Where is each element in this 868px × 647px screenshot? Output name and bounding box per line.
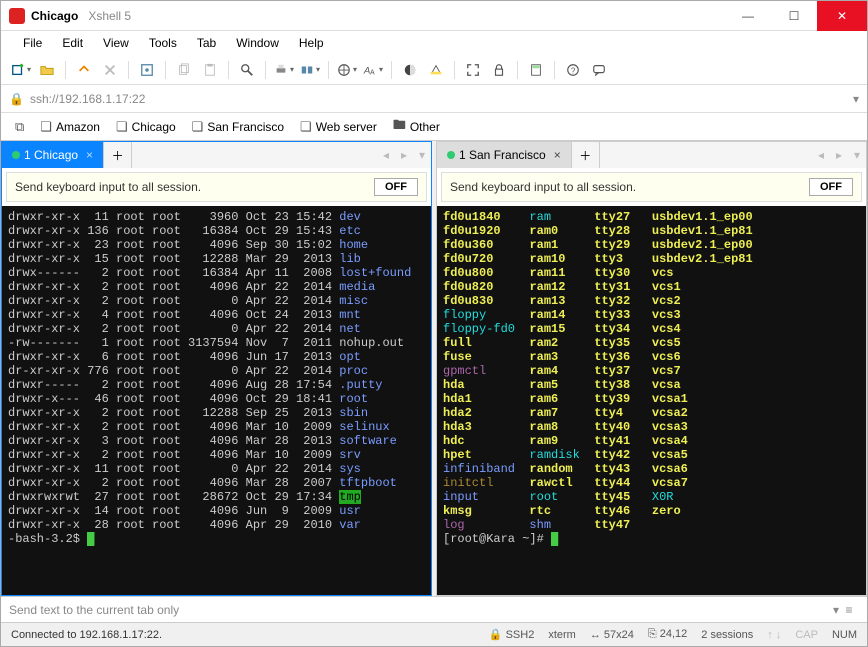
bookmark-webserver[interactable]: ❏Web server bbox=[294, 117, 383, 137]
terminal-chicago[interactable]: drwxr-xr-x 11 root root 3960 Oct 23 15:4… bbox=[2, 206, 431, 595]
panes-container: 1 Chicago × ＋ ◂ ▸ ▾ Send keyboard input … bbox=[1, 141, 867, 596]
font-button[interactable]: AA bbox=[361, 59, 385, 81]
new-session-button[interactable] bbox=[9, 59, 33, 81]
help-button[interactable]: ? bbox=[561, 59, 585, 81]
svg-text:?: ? bbox=[571, 66, 576, 75]
menu-tools[interactable]: Tools bbox=[139, 32, 187, 54]
status-size: ↔ 57x24 bbox=[590, 629, 634, 641]
tab-menu-icon[interactable]: ▾ bbox=[413, 142, 431, 168]
bookmark-sf[interactable]: ❏San Francisco bbox=[186, 117, 290, 137]
bookmark-icon: ❏ bbox=[300, 119, 312, 135]
paste-button[interactable] bbox=[198, 59, 222, 81]
bookmark-other[interactable]: 🖿Other bbox=[387, 114, 446, 140]
find-button[interactable] bbox=[235, 59, 259, 81]
transfer-button[interactable] bbox=[298, 59, 322, 81]
menu-view[interactable]: View bbox=[93, 32, 139, 54]
close-button[interactable]: ✕ bbox=[817, 1, 867, 31]
maximize-button[interactable]: ☐ bbox=[771, 1, 817, 31]
status-arrows: ↑ ↓ bbox=[767, 629, 781, 641]
lock-icon: 🔒 bbox=[9, 92, 24, 106]
color-scheme-button[interactable] bbox=[398, 59, 422, 81]
tab-sf[interactable]: 1 San Francisco × bbox=[437, 142, 572, 168]
menu-edit[interactable]: Edit bbox=[52, 32, 93, 54]
keyboard-broadcast-bar-right: Send keyboard input to all session. OFF bbox=[441, 172, 862, 202]
tabstrip-left: 1 Chicago × ＋ ◂ ▸ ▾ bbox=[2, 142, 431, 168]
tab-new-right[interactable]: ＋ bbox=[572, 142, 600, 168]
compose-bar[interactable]: Send text to the current tab only ▾ ≡ bbox=[1, 596, 867, 622]
bookmark-add[interactable]: ⧉ bbox=[9, 117, 30, 137]
menu-help[interactable]: Help bbox=[289, 32, 334, 54]
bookmark-icon: ❏ bbox=[116, 119, 128, 135]
tabstrip-right: 1 San Francisco × ＋ ◂ ▸ ▾ bbox=[437, 142, 866, 168]
bookmark-chicago[interactable]: ❏Chicago bbox=[110, 117, 182, 137]
print-button[interactable] bbox=[272, 59, 296, 81]
bookmarks-bar: ⧉ ❏Amazon ❏Chicago ❏San Francisco ❏Web s… bbox=[1, 113, 867, 141]
folder-icon: 🖿 bbox=[393, 116, 406, 138]
status-ssh: 🔒 SSH2 bbox=[489, 628, 535, 641]
open-button[interactable] bbox=[35, 59, 59, 81]
bookmark-amazon[interactable]: ❏Amazon bbox=[34, 117, 106, 137]
keyboard-broadcast-bar-left: Send keyboard input to all session. OFF bbox=[6, 172, 427, 202]
disconnect-button[interactable] bbox=[98, 59, 122, 81]
menu-window[interactable]: Window bbox=[226, 32, 289, 54]
properties-button[interactable] bbox=[135, 59, 159, 81]
lock-button[interactable] bbox=[487, 59, 511, 81]
title-app: Xshell 5 bbox=[88, 9, 131, 23]
highlight-button[interactable] bbox=[424, 59, 448, 81]
toolbar: AA ? bbox=[1, 55, 867, 85]
titlebar: Chicago Xshell 5 — ☐ ✕ bbox=[1, 1, 867, 31]
bookmark-icon: ❏ bbox=[192, 119, 204, 135]
status-pos: ⎘ 24,12 bbox=[648, 628, 687, 641]
copy-button[interactable] bbox=[172, 59, 196, 81]
status-num: NUM bbox=[832, 629, 857, 641]
tab-next-icon[interactable]: ▸ bbox=[830, 142, 848, 168]
tab-prev-icon[interactable]: ◂ bbox=[377, 142, 395, 168]
tab-new-left[interactable]: ＋ bbox=[104, 142, 132, 168]
tab-close-icon[interactable]: × bbox=[554, 148, 561, 162]
pane-sf: 1 San Francisco × ＋ ◂ ▸ ▾ Send keyboard … bbox=[436, 141, 867, 596]
app-icon bbox=[9, 8, 25, 24]
address-bar[interactable]: 🔒 ssh://192.168.1.17:22 ▾ bbox=[1, 85, 867, 113]
broadcast-off-button-right[interactable]: OFF bbox=[809, 178, 853, 196]
compose-placeholder: Send text to the current tab only bbox=[9, 603, 833, 617]
menu-tab[interactable]: Tab bbox=[187, 32, 226, 54]
minimize-button[interactable]: — bbox=[725, 1, 771, 31]
pane-chicago: 1 Chicago × ＋ ◂ ▸ ▾ Send keyboard input … bbox=[1, 141, 432, 596]
menubar: File Edit View Tools Tab Window Help bbox=[1, 31, 867, 55]
broadcast-off-button-left[interactable]: OFF bbox=[374, 178, 418, 196]
title-tab: Chicago bbox=[31, 9, 78, 23]
status-bar: Connected to 192.168.1.17:22. 🔒 SSH2 xte… bbox=[1, 622, 867, 646]
compose-menu-icon[interactable]: ≡ bbox=[839, 603, 859, 617]
status-dot-icon bbox=[12, 151, 20, 159]
tab-close-icon[interactable]: × bbox=[86, 148, 93, 162]
terminal-sf[interactable]: fd0u1840 ram tty27 usbdev1.1_ep00fd0u192… bbox=[437, 206, 866, 595]
status-dot-icon bbox=[447, 151, 455, 159]
reconnect-button[interactable] bbox=[72, 59, 96, 81]
status-term: xterm bbox=[548, 629, 576, 641]
fullscreen-button[interactable] bbox=[461, 59, 485, 81]
address-dropdown-icon[interactable]: ▾ bbox=[853, 92, 859, 106]
feedback-button[interactable] bbox=[587, 59, 611, 81]
status-cap: CAP bbox=[795, 629, 818, 641]
bookmark-icon: ❏ bbox=[40, 119, 52, 135]
tab-next-icon[interactable]: ▸ bbox=[395, 142, 413, 168]
address-text: ssh://192.168.1.17:22 bbox=[30, 92, 853, 106]
svg-text:A: A bbox=[370, 69, 375, 76]
calculator-button[interactable] bbox=[524, 59, 548, 81]
tab-prev-icon[interactable]: ◂ bbox=[812, 142, 830, 168]
status-sessions: 2 sessions bbox=[701, 629, 753, 641]
tab-chicago[interactable]: 1 Chicago × bbox=[2, 142, 104, 168]
status-connection: Connected to 192.168.1.17:22. bbox=[11, 629, 162, 641]
add-bookmark-icon: ⧉ bbox=[15, 119, 24, 135]
menu-file[interactable]: File bbox=[13, 32, 52, 54]
encoding-button[interactable] bbox=[335, 59, 359, 81]
tab-menu-icon[interactable]: ▾ bbox=[848, 142, 866, 168]
